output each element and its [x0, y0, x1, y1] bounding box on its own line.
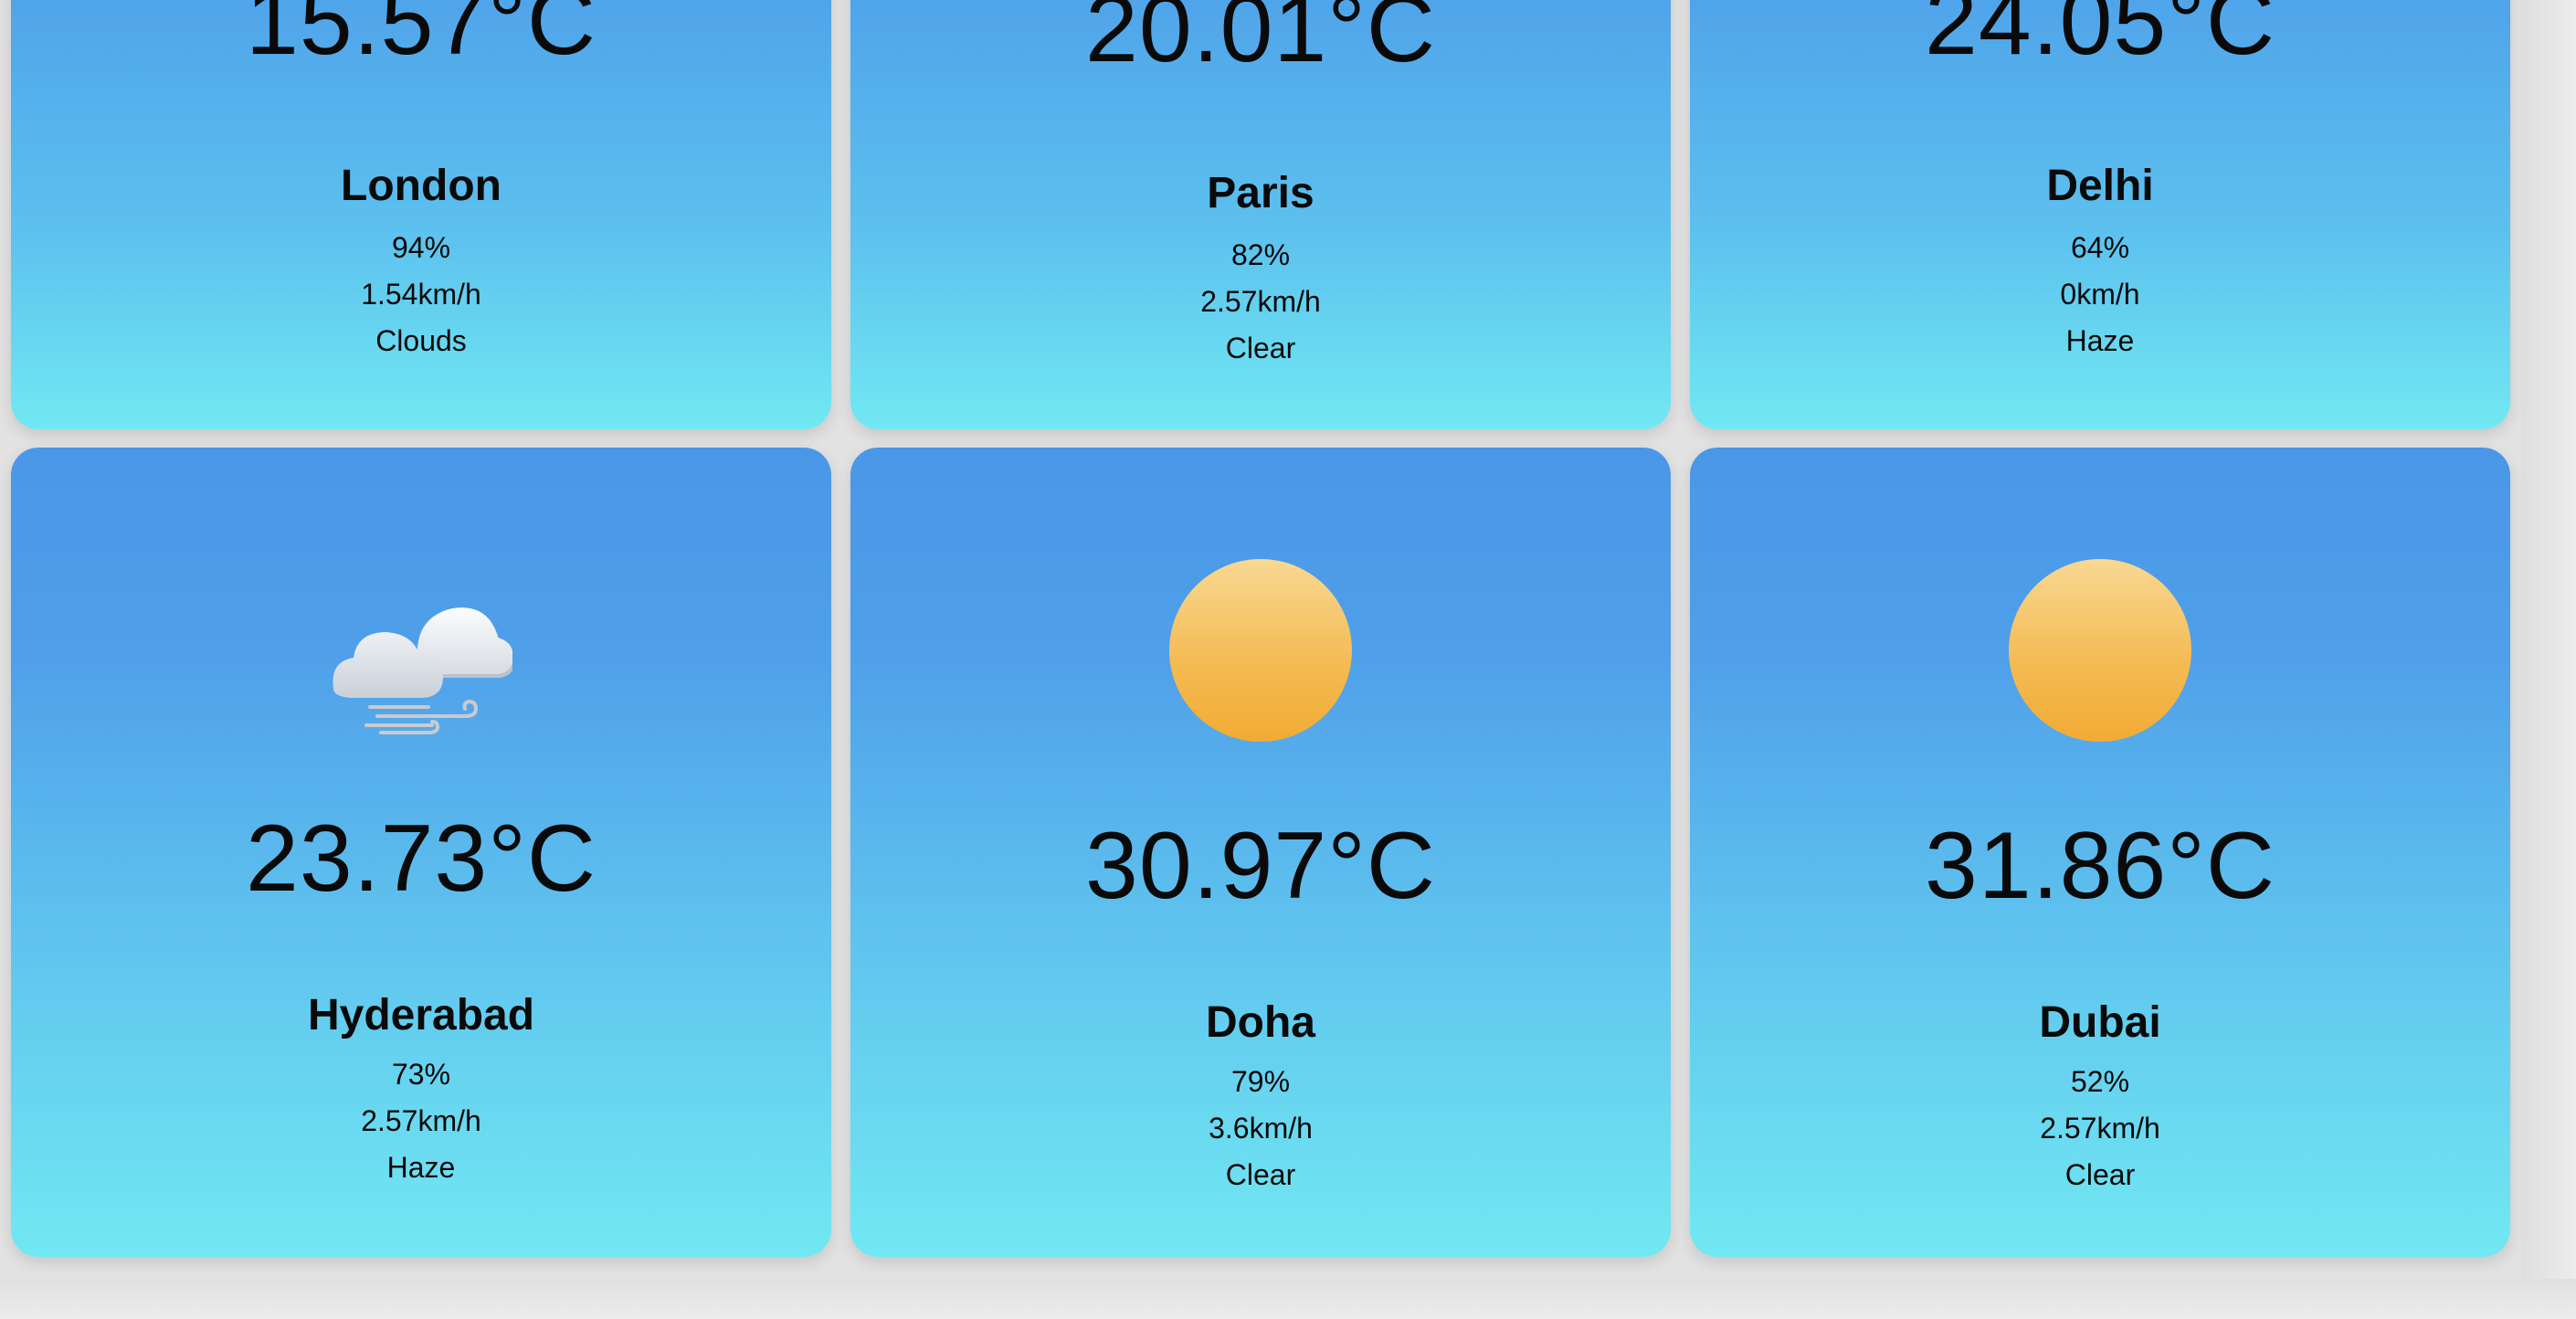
wind-speed: 2.57km/h: [361, 1104, 481, 1137]
weather-condition: Clouds: [375, 324, 467, 357]
sun-disc: [2009, 559, 2191, 742]
page-gutter-right: [2521, 0, 2576, 1319]
temperature: 31.86°C: [1925, 813, 2275, 919]
temperature: 20.01°C: [1085, 0, 1436, 82]
wind-speed: 0km/h: [2060, 278, 2140, 311]
humidity: 94%: [391, 231, 451, 264]
city-name: Dubai: [2039, 998, 2161, 1047]
temperature: 15.57°C: [246, 0, 596, 75]
weather-card-dubai[interactable]: 31.86°C Dubai 52% 2.57km/h Clear: [1690, 448, 2510, 1257]
sun-disc: [1169, 559, 1352, 742]
city-name: Paris: [1207, 169, 1314, 217]
city-name: London: [341, 162, 501, 210]
weather-condition: Clear: [2064, 1158, 2136, 1191]
weather-condition: Haze: [386, 1151, 456, 1184]
city-name: Hyderabad: [307, 991, 535, 1039]
humidity: 82%: [1230, 238, 1291, 271]
temperature: 24.05°C: [1925, 0, 2275, 75]
humidity: 64%: [2070, 231, 2130, 264]
wind-speed: 1.54km/h: [361, 278, 481, 311]
haze-icon: [330, 559, 515, 742]
weather-card-hyderabad[interactable]: 23.73°C Hyderabad 73% 2.57km/h Haze: [11, 448, 831, 1257]
weather-condition: Clear: [1225, 1158, 1296, 1191]
wind-speed: 2.57km/h: [2040, 1112, 2160, 1145]
temperature: 30.97°C: [1085, 813, 1436, 919]
humidity: 52%: [2070, 1065, 2130, 1098]
humidity: 79%: [1230, 1065, 1291, 1098]
sun-icon: [1169, 559, 1352, 742]
weather-card-london[interactable]: 15.57°C London 94% 1.54km/h Clouds: [11, 0, 831, 429]
weather-card-doha[interactable]: 30.97°C Doha 79% 3.6km/h Clear: [850, 448, 1671, 1257]
weather-condition: Clear: [1225, 332, 1296, 364]
city-name: Delhi: [2046, 162, 2154, 210]
humidity: 73%: [391, 1058, 451, 1091]
sun-icon: [2009, 559, 2191, 742]
wind-speed: 2.57km/h: [1200, 285, 1321, 318]
wind-speed: 3.6km/h: [1209, 1112, 1313, 1145]
weather-condition: Haze: [2065, 324, 2135, 357]
haze-icon-graphic: [333, 607, 515, 734]
weather-card-delhi[interactable]: 24.05°C Delhi 64% 0km/h Haze: [1690, 0, 2510, 429]
page-gutter-bottom: [0, 1279, 2576, 1319]
weather-card-paris[interactable]: 20.01°C Paris 82% 2.57km/h Clear: [850, 0, 1671, 429]
temperature: 23.73°C: [246, 806, 596, 912]
city-name: Doha: [1206, 998, 1315, 1047]
